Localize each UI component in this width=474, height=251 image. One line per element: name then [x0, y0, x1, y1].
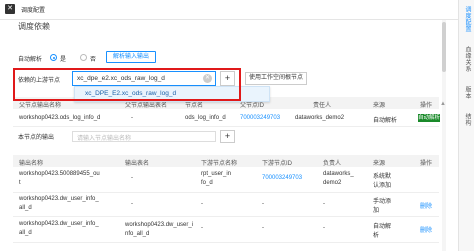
source: 自动解析 [373, 118, 398, 124]
output-table: workshop0423.dw_user_i nfo_all_d [125, 222, 194, 237]
owner: dataworks_demo2 [295, 115, 345, 121]
col-header: 操作 [420, 161, 433, 167]
col-header: 下游节点ID [262, 161, 293, 167]
owner: - [323, 225, 325, 231]
col-header: 输出名称 [19, 161, 44, 167]
radio-yes-label: 是 [60, 57, 67, 63]
highlight-box [13, 68, 241, 101]
top-bar: ✕ 调度配置 [0, 0, 458, 20]
output-table: - [131, 201, 133, 207]
downstream-id: - [262, 225, 264, 231]
table-row: workshop0423.500889455_ou t - rpt_user_i… [13, 167, 439, 193]
downstream-name: rpt_user_in [201, 171, 232, 177]
tab-lineage[interactable]: 血缘关系 [462, 46, 472, 72]
downstream-name: fo_d [201, 180, 213, 186]
radio-yes[interactable] [50, 54, 57, 61]
downstream-name: - [201, 201, 203, 207]
tab-schedule-config[interactable]: 调度配置 [462, 6, 472, 32]
auto-parse-badge: 自动解析 [418, 114, 441, 122]
downstream-name: - [201, 225, 203, 231]
source: 自动解 [373, 224, 392, 230]
output-name: t [19, 180, 21, 186]
output-name: workshop0423.500889455_ou [19, 171, 100, 177]
owner: demo2 [323, 180, 342, 186]
window-title: 调度配置 [21, 8, 46, 14]
output-table: - [131, 115, 133, 121]
radio-no[interactable] [80, 54, 87, 61]
downstream-id: - [262, 201, 264, 207]
node-output-placeholder: 请输入节点输出名称 [77, 136, 132, 142]
owner: - [323, 201, 325, 207]
node-output-label: 本节点的输出 [18, 135, 55, 141]
node-id-link[interactable]: 700003249703 [240, 115, 280, 121]
output-name: workshop0423.dw_user_info_ [19, 196, 99, 202]
owner: dataworks_ [323, 171, 354, 177]
use-workspace-root-button[interactable]: 使用工作空间根节点 [245, 72, 307, 85]
col-header: 输出表名 [125, 161, 150, 167]
output-name: all_d [19, 205, 32, 211]
caret-up-icon: ▲ [440, 101, 446, 107]
source: 析 [373, 233, 380, 239]
table-row: workshop0423.dw_user_info_ all_d - - - -… [13, 193, 439, 217]
output-name: workshop0423.ods_log_info_d [19, 115, 101, 121]
output-name: all_d [19, 230, 32, 236]
col-header: 负责人 [323, 161, 342, 167]
auto-parse-label: 自动解析 [18, 57, 43, 63]
output-table: - [131, 175, 133, 181]
section-title: 调度依赖 [18, 22, 50, 31]
scrollbar-thumb[interactable] [442, 22, 446, 72]
add-output-button[interactable]: + [220, 130, 235, 143]
source: 系统默 [373, 174, 392, 180]
parse-io-button[interactable]: 解析输入输出 [106, 51, 156, 63]
radio-no-label: 否 [90, 57, 97, 63]
close-icon[interactable]: ✕ [5, 4, 15, 14]
node-name: ods_log_info_d [185, 115, 226, 121]
node-output-input[interactable]: 请输入节点输出名称 [72, 131, 216, 142]
tab-structure[interactable]: 结构 [462, 113, 472, 126]
downstream-id-link[interactable]: 700003249703 [262, 175, 302, 181]
col-header: 操作 [420, 103, 433, 109]
output-name: workshop0423.dw_user_info_ [19, 221, 99, 227]
col-header: 来源 [373, 161, 386, 167]
source: 加 [373, 208, 380, 214]
right-sidebar: 调度配置 血缘关系 版本 结构 [458, 0, 474, 251]
source: 手动添 [373, 199, 392, 205]
delete-link[interactable]: 删除 [420, 225, 432, 234]
source: 认添加 [373, 183, 392, 189]
table-row: workshop0423.ods_log_info_d - ods_log_in… [13, 109, 441, 127]
col-header: 父节点输出名称 [19, 103, 62, 109]
col-header: 责任人 [313, 103, 332, 109]
col-header: 下游节点名称 [201, 161, 238, 167]
col-header: 来源 [373, 103, 386, 109]
table-row: workshop0423.dw_user_info_ all_d worksho… [13, 217, 439, 243]
output-table-header: 输出名称 输出表名 下游节点名称 下游节点ID 负责人 来源 操作 [13, 155, 439, 167]
delete-link[interactable]: 删除 [420, 201, 432, 210]
tab-version[interactable]: 版本 [462, 86, 472, 99]
